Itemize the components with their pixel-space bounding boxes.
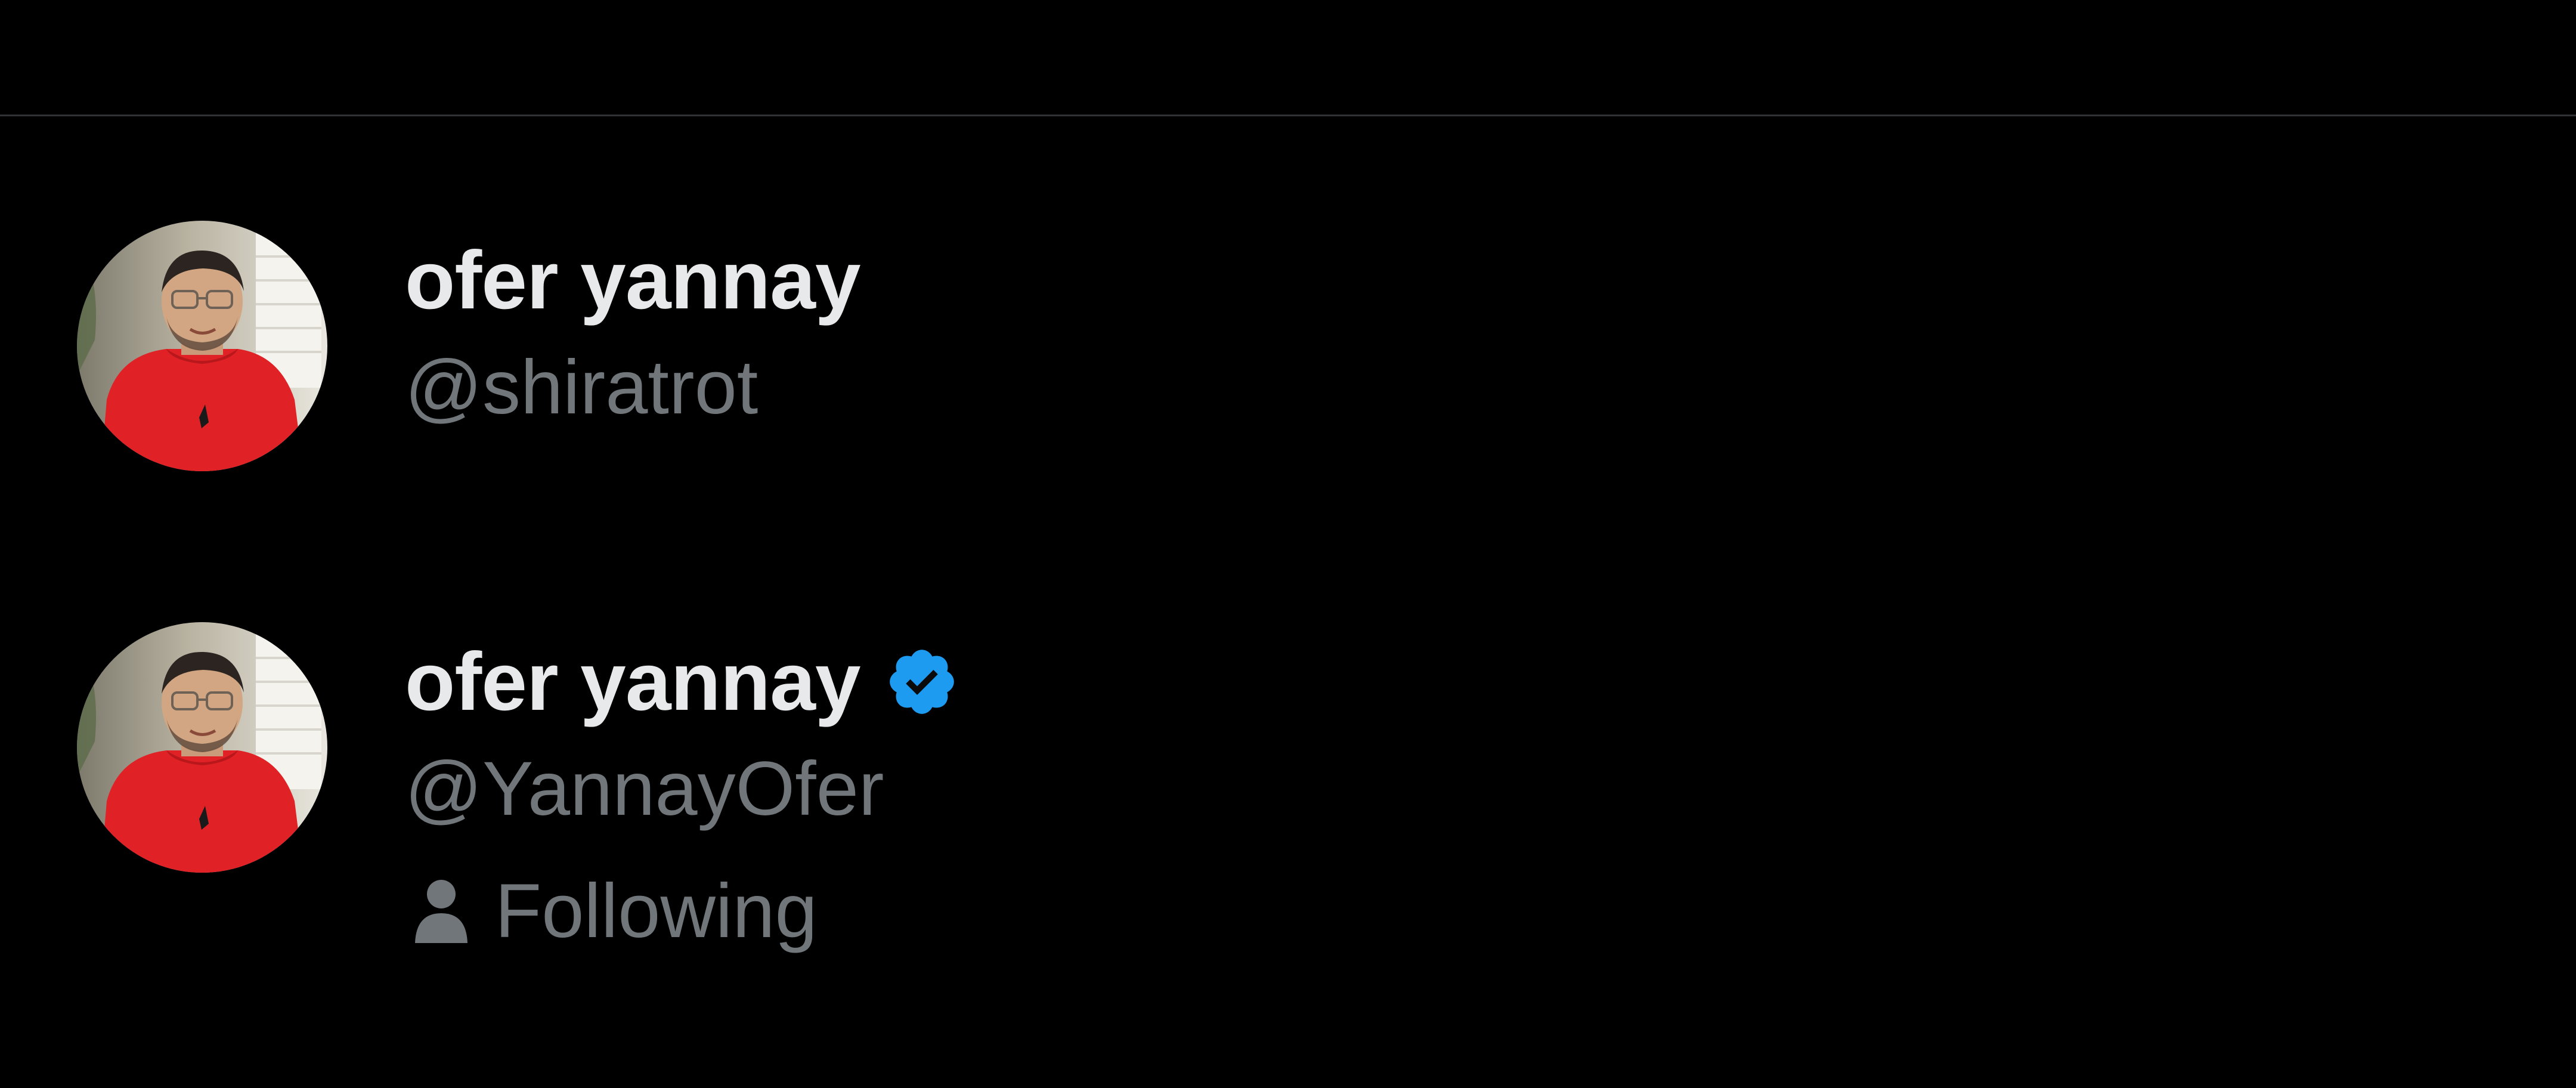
- name-line: ofer yannay: [405, 637, 959, 727]
- avatar[interactable]: [77, 622, 327, 873]
- avatar[interactable]: [77, 221, 327, 471]
- display-name[interactable]: ofer yannay: [405, 637, 861, 727]
- avatar-photo: [77, 221, 327, 471]
- verified-badge-icon: [884, 644, 959, 719]
- following-label: Following: [495, 868, 818, 954]
- user-handle: @shiratrot: [405, 345, 758, 430]
- user-list-item[interactable]: ofer yannay @shiratrot: [0, 221, 2576, 471]
- person-icon: [411, 879, 471, 944]
- avatar-photo: [77, 622, 327, 873]
- follow-status: Following: [411, 867, 818, 956]
- name-line: ofer yannay: [405, 236, 861, 325]
- top-divider: [0, 115, 2576, 116]
- display-name[interactable]: ofer yannay: [405, 236, 861, 325]
- user-list-item[interactable]: ofer yannay @YannayOfer Following: [0, 622, 2576, 980]
- user-handle: @YannayOfer: [405, 746, 884, 832]
